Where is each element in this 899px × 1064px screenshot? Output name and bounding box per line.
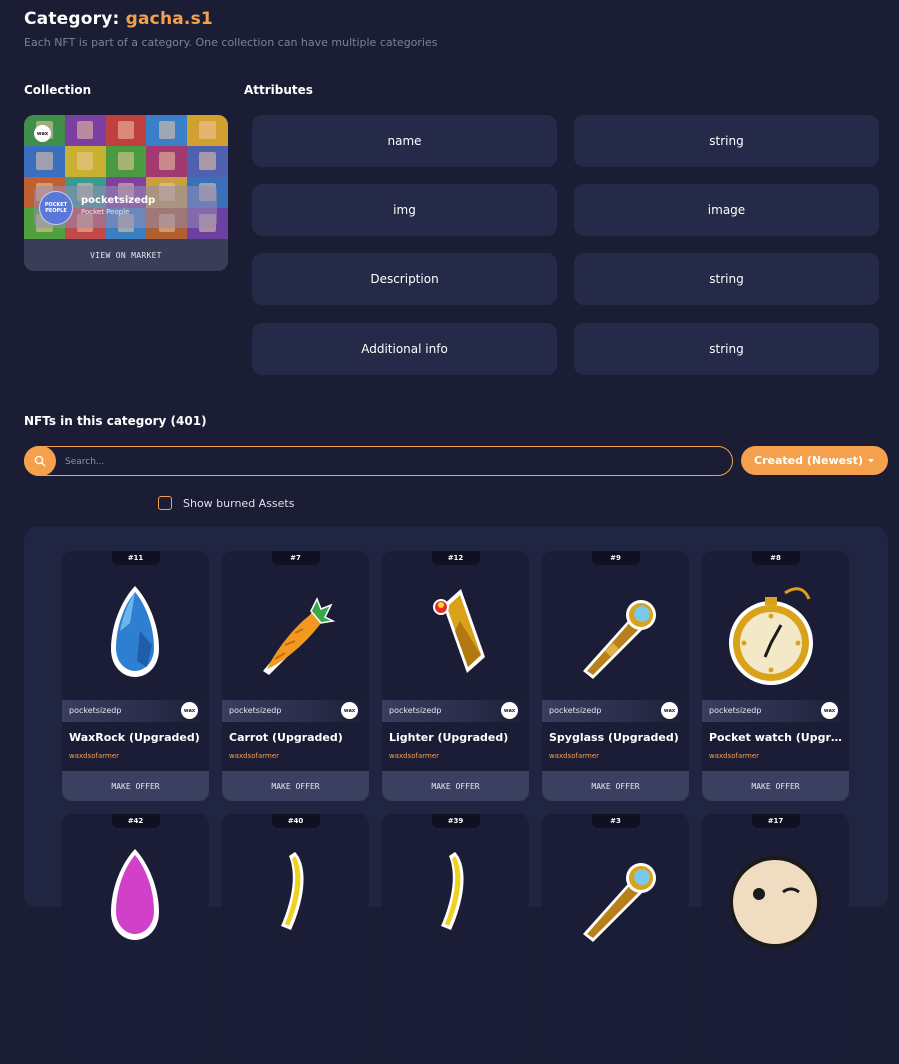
- nft-collection-bar: pocketsizedp wax: [542, 700, 689, 722]
- rock-icon: [111, 849, 159, 940]
- nft-name: Lighter (Upgraded): [389, 731, 509, 744]
- wax-icon: wax: [341, 702, 358, 719]
- banana-icon: [281, 852, 304, 930]
- wax-icon: wax: [34, 125, 51, 142]
- nft-name: Spyglass (Upgraded): [549, 731, 679, 744]
- nft-owner[interactable]: waxdsofarmer: [69, 752, 119, 760]
- collection-info: POCKET PEOPLE pocketsizedp Pocket People: [34, 186, 217, 228]
- sort-dropdown[interactable]: Created (Newest): [741, 446, 888, 475]
- nft-collection-name: pocketsizedp: [389, 706, 442, 715]
- nft-collection-bar: pocketsizedp wax: [382, 700, 529, 722]
- show-burned-checkbox[interactable]: [158, 496, 172, 510]
- banana-icon: [441, 852, 464, 930]
- nft-number: #12: [431, 551, 480, 565]
- collection-display-name: Pocket People: [81, 208, 130, 216]
- collection-avatar: POCKET PEOPLE: [39, 191, 73, 225]
- nft-number: #9: [591, 551, 640, 565]
- make-offer-button[interactable]: MAKE OFFER: [702, 771, 849, 801]
- category-name: gacha.s1: [125, 9, 213, 29]
- nft-number: #42: [111, 814, 160, 828]
- search-icon: [34, 455, 46, 467]
- nft-collection-bar: pocketsizedp wax: [222, 700, 369, 722]
- attribute-type: string: [574, 115, 879, 167]
- nft-card[interactable]: #39: [382, 814, 529, 1064]
- face-icon: [729, 856, 821, 948]
- nft-card[interactable]: #12 pocketsizedp wax Lighter (Upgraded) …: [382, 551, 529, 801]
- search-bar: [24, 446, 733, 477]
- nft-number: #8: [751, 551, 800, 565]
- nft-card[interactable]: #17: [702, 814, 849, 1064]
- view-on-market-button[interactable]: VIEW ON MARKET: [24, 239, 228, 271]
- nft-card[interactable]: #9 pocketsizedp wax Spyglass (Upgraded) …: [542, 551, 689, 801]
- attribute-name: Additional info: [252, 323, 557, 375]
- nft-number: #3: [591, 814, 640, 828]
- attribute-type: string: [574, 323, 879, 375]
- nft-number: #40: [271, 814, 320, 828]
- caret-down-icon: [867, 458, 874, 462]
- nft-collection-name: pocketsizedp: [709, 706, 762, 715]
- nft-card[interactable]: #8 pocketsizedp wax Pocket watch (Upgrad…: [702, 551, 849, 801]
- title-prefix: Category:: [24, 9, 126, 29]
- nft-name: Carrot (Upgraded): [229, 731, 343, 744]
- rock-icon: [111, 586, 159, 677]
- make-offer-button[interactable]: MAKE OFFER: [62, 771, 209, 801]
- attribute-type: image: [574, 184, 879, 236]
- nft-collection-name: pocketsizedp: [549, 706, 602, 715]
- attribute-name: name: [252, 115, 557, 167]
- wax-icon: wax: [821, 702, 838, 719]
- wax-icon: wax: [181, 702, 198, 719]
- nft-number: #11: [111, 551, 160, 565]
- collection-heading: Collection: [24, 83, 92, 97]
- nft-card[interactable]: #40: [222, 814, 369, 1064]
- page-title: Category: gacha.s1: [24, 9, 213, 29]
- nft-card[interactable]: #7 pocketsizedp wax Carrot (Upgraded) wa…: [222, 551, 369, 801]
- sort-label: Created (Newest): [754, 454, 863, 467]
- wax-icon: wax: [501, 702, 518, 719]
- wax-icon: wax: [661, 702, 678, 719]
- nft-card[interactable]: #3: [542, 814, 689, 1064]
- nft-card[interactable]: #11 pocketsizedp wax WaxRock (Upgraded) …: [62, 551, 209, 801]
- nft-collection-name: pocketsizedp: [69, 706, 122, 715]
- collection-card[interactable]: wax POCKET PEOPLE pocketsizedp Pocket Pe…: [24, 115, 228, 271]
- nft-owner[interactable]: waxdsofarmer: [229, 752, 279, 760]
- nft-name: Pocket watch (Upgraded): [709, 731, 845, 744]
- attribute-name: Description: [252, 253, 557, 305]
- nft-owner[interactable]: waxdsofarmer: [389, 752, 439, 760]
- make-offer-button[interactable]: MAKE OFFER: [382, 771, 529, 801]
- attribute-type: string: [574, 253, 879, 305]
- attributes-heading: Attributes: [244, 83, 313, 97]
- nfts-heading: NFTs in this category (401): [24, 414, 207, 428]
- nft-collection-name: pocketsizedp: [229, 706, 282, 715]
- nft-collection-bar: pocketsizedp wax: [62, 700, 209, 722]
- spyglass-icon: [583, 863, 656, 942]
- show-burned-label: Show burned Assets: [183, 497, 295, 510]
- nft-number: #17: [751, 814, 800, 828]
- nft-card[interactable]: #42: [62, 814, 209, 1064]
- nft-number: #39: [431, 814, 480, 828]
- spyglass-icon: [583, 600, 656, 679]
- nft-collection-bar: pocketsizedp wax: [702, 700, 849, 722]
- search-input[interactable]: [63, 447, 727, 477]
- collection-name: pocketsizedp: [81, 195, 156, 206]
- make-offer-button[interactable]: MAKE OFFER: [542, 771, 689, 801]
- pocket-watch-icon: [729, 587, 813, 685]
- nft-number: #7: [271, 551, 320, 565]
- lighter-icon: [433, 589, 485, 673]
- attribute-name: img: [252, 184, 557, 236]
- page-subtitle: Each NFT is part of a category. One coll…: [24, 36, 438, 49]
- nft-owner[interactable]: waxdsofarmer: [549, 752, 599, 760]
- nft-owner[interactable]: waxdsofarmer: [709, 752, 759, 760]
- nft-grid: #11 pocketsizedp wax WaxRock (Upgraded) …: [24, 527, 888, 1064]
- carrot-icon: [263, 597, 336, 675]
- make-offer-button[interactable]: MAKE OFFER: [222, 771, 369, 801]
- nft-name: WaxRock (Upgraded): [69, 731, 200, 744]
- search-button[interactable]: [24, 446, 56, 476]
